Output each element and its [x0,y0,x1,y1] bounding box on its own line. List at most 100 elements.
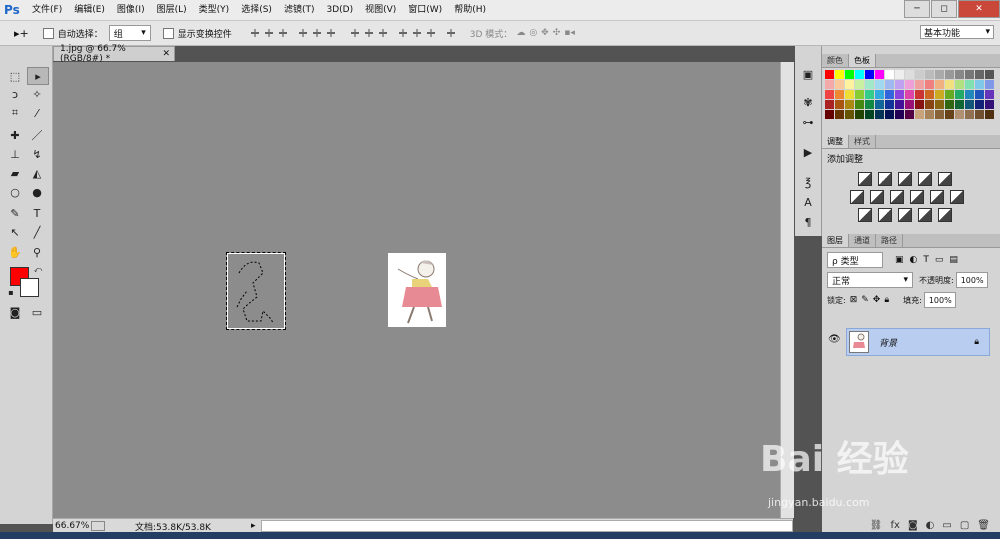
tab-styles[interactable]: 样式 [849,135,876,148]
color-swatch[interactable] [835,80,844,89]
align-left-icon[interactable] [297,28,308,38]
swatch-grid[interactable] [825,70,997,119]
curves-icon[interactable] [898,172,912,186]
color-swatch[interactable] [895,100,904,109]
color-swatch[interactable] [965,110,974,119]
paragraph-panel-icon[interactable]: ¶ [799,214,817,230]
move-tool-icon[interactable]: ▸ [27,67,49,85]
status-menu-arrow-icon[interactable]: ▸ [251,521,256,531]
color-lookup-icon[interactable] [950,190,964,204]
color-swatch[interactable] [885,110,894,119]
color-swatch[interactable] [905,100,914,109]
menu-window[interactable]: 窗口(W) [402,0,448,20]
posterize-icon[interactable] [878,208,892,222]
color-swatch[interactable] [885,70,894,79]
tab-layers[interactable]: 图层 [822,234,849,247]
color-swatch[interactable] [985,100,994,109]
brightness-icon[interactable] [858,172,872,186]
layer-filter-dropdown[interactable]: ρ 类型 [827,252,883,268]
color-swatch[interactable] [935,70,944,79]
lasso-tool-icon[interactable]: ↄ [5,86,25,102]
distribute-vcenter-icon[interactable] [363,28,374,38]
color-swatch[interactable] [885,90,894,99]
lock-position-icon[interactable]: ✥ [873,295,881,305]
layer-visibility-eye-icon[interactable]: 👁︎ [828,334,841,345]
color-swatch[interactable] [895,70,904,79]
color-swatch[interactable] [955,90,964,99]
hue-saturation-icon[interactable] [850,190,864,204]
default-colors-icon[interactable]: ▪ [1,284,21,300]
color-swatch[interactable] [965,90,974,99]
filter-shape-icon[interactable]: ▭ [935,255,944,265]
color-swatch[interactable] [925,100,934,109]
color-swatch[interactable] [865,90,874,99]
color-swatch[interactable] [835,110,844,119]
delete-layer-icon[interactable]: 🗑︎ [977,520,990,531]
color-swatch[interactable] [975,90,984,99]
color-swatch[interactable] [925,110,934,119]
color-swatch[interactable] [945,110,954,119]
color-swatch[interactable] [845,90,854,99]
color-swatch[interactable] [925,80,934,89]
color-balance-icon[interactable] [870,190,884,204]
color-swatch[interactable] [855,100,864,109]
gradient-map-icon[interactable] [918,208,932,222]
channel-mixer-icon[interactable] [930,190,944,204]
lock-transparency-icon[interactable]: ⊠ [850,295,858,305]
filter-smart-icon[interactable]: ▤ [949,255,958,265]
show-transform-checkbox[interactable] [162,27,174,39]
color-swatch[interactable] [845,70,854,79]
workspace-switcher[interactable]: 基本功能 ▾ [920,25,994,39]
auto-select-checkbox[interactable] [42,27,54,39]
menu-help[interactable]: 帮助(H) [448,0,492,20]
type-tool-icon[interactable]: T [27,205,47,221]
history-panel-icon[interactable]: ▣ [799,66,817,82]
auto-align-icon[interactable] [445,28,456,38]
zoom-tool-icon[interactable]: ⚲ [27,244,47,260]
auto-select-option[interactable]: 自动选择： [42,27,103,40]
screen-mode-icon[interactable]: ▭ [27,304,47,320]
distribute-hcenter-icon[interactable] [411,28,422,38]
layer-mask-icon[interactable]: ◙ [908,520,918,531]
color-swatch[interactable] [915,110,924,119]
color-swatch[interactable] [825,100,834,109]
eraser-tool-icon[interactable]: ▰ [5,165,25,181]
photo-filter-icon[interactable] [910,190,924,204]
color-swatch[interactable] [915,80,924,89]
3d-video-icon[interactable]: ▪◂ [564,28,575,38]
menu-image[interactable]: 图像(I) [111,0,151,20]
color-swatch[interactable] [865,110,874,119]
brush-tool-icon[interactable]: ／ [27,127,47,143]
color-swatch[interactable] [905,90,914,99]
color-swatch[interactable] [965,100,974,109]
color-swatch[interactable] [965,80,974,89]
color-swatch[interactable] [945,90,954,99]
color-swatch[interactable] [855,90,864,99]
color-swatch[interactable] [975,70,984,79]
layer-name[interactable]: 背景 [879,336,897,349]
color-swatch[interactable] [935,100,944,109]
color-swatch[interactable] [895,80,904,89]
color-swatch[interactable] [905,70,914,79]
menu-layer[interactable]: 图层(L) [151,0,193,20]
tab-adjustments[interactable]: 调整 [822,135,849,148]
swap-colors-icon[interactable]: ⤺ [28,262,48,278]
auto-select-dropdown[interactable]: 组 ▾ [108,25,151,41]
filter-pixel-icon[interactable]: ▣ [895,255,904,265]
color-swatch[interactable] [895,110,904,119]
move-tool-preset[interactable]: ▸+ [14,27,29,40]
color-swatch[interactable] [975,100,984,109]
menu-edit[interactable]: 编辑(E) [68,0,111,20]
distribute-right-icon[interactable] [425,28,436,38]
menu-select[interactable]: 选择(S) [235,0,278,20]
color-swatch[interactable] [825,110,834,119]
document-tab[interactable]: 1.jpg @ 66.7%(RGB/8#) * ✕ [53,44,175,64]
opacity-field[interactable]: 100% [955,272,988,288]
clone-stamp-icon[interactable]: ⊥ [5,146,25,162]
color-swatch[interactable] [825,70,834,79]
magic-wand-icon[interactable]: ✧ [27,86,47,102]
color-swatch[interactable] [875,70,884,79]
fill-field[interactable]: 100% [923,292,956,308]
selective-color-icon[interactable] [938,208,952,222]
new-layer-icon[interactable]: ▢ [960,520,969,531]
